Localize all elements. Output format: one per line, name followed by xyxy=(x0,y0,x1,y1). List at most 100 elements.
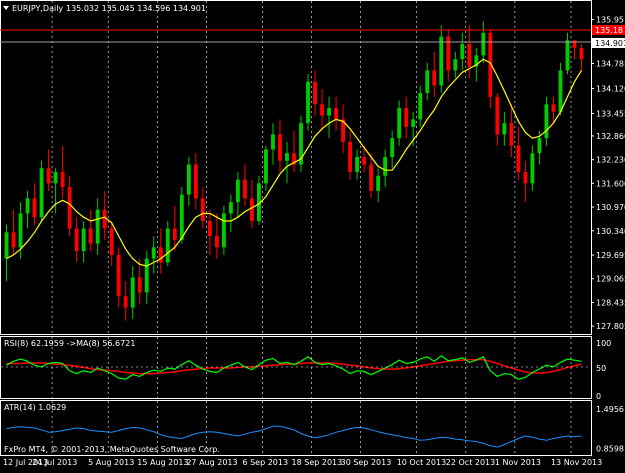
date-tick-label: 24 Jul 2013 xyxy=(32,458,77,467)
candle-body xyxy=(186,164,191,195)
candle-body xyxy=(334,108,339,120)
candle-body xyxy=(432,70,437,86)
candle-body xyxy=(355,157,360,173)
candle-body xyxy=(369,164,374,191)
candle-body xyxy=(460,44,465,60)
candle-body xyxy=(264,149,268,184)
date-tick-label: 6 Sep 2013 xyxy=(242,458,288,467)
candle-body xyxy=(383,157,388,176)
price-tick-label: 128.435 xyxy=(596,298,625,307)
candle-body xyxy=(11,232,16,248)
date-tick-label: 27 Aug 2013 xyxy=(186,458,237,467)
price-tick-label: 133.455 xyxy=(596,110,625,119)
candle-body xyxy=(193,164,198,199)
candle-body xyxy=(467,44,472,67)
candle-body xyxy=(313,81,317,105)
candle-body xyxy=(397,108,402,139)
price-marker-bid-label: 134.901 xyxy=(595,39,625,48)
candle-body xyxy=(116,254,121,297)
candle-body xyxy=(179,194,184,240)
candle-body xyxy=(60,172,65,188)
candle-body xyxy=(376,175,381,191)
price-tick-label: 129.695 xyxy=(596,251,625,260)
candle-body xyxy=(214,236,219,248)
candle-body xyxy=(271,134,275,150)
candle-body xyxy=(411,119,416,127)
rsi-tick-label: 100 xyxy=(596,339,611,348)
price-tick-label: 127.805 xyxy=(596,322,625,331)
candle-body xyxy=(137,277,142,293)
candle-body xyxy=(502,123,507,135)
candle-body xyxy=(425,70,430,94)
candle-body xyxy=(278,134,282,161)
rsi-tick-label: 50 xyxy=(596,364,606,373)
candle-body xyxy=(102,209,107,229)
candle-body xyxy=(207,220,212,237)
price-tick-label: 134.120 xyxy=(596,85,625,94)
candle-body xyxy=(579,47,584,60)
candle-body xyxy=(228,202,233,214)
candle-body xyxy=(144,258,149,293)
price-tick-label: 132.860 xyxy=(596,132,625,141)
price-tick-label: 130.340 xyxy=(596,227,625,236)
ohlc-label: 135.032 135.045 134.596 134.901 xyxy=(66,4,206,13)
candle-body xyxy=(327,108,331,116)
candle-body xyxy=(249,198,254,221)
candle-body xyxy=(172,228,177,240)
price-tick-label: 131.600 xyxy=(596,179,625,188)
candle-body xyxy=(46,168,51,184)
candle xyxy=(39,160,44,221)
candle-body xyxy=(95,209,100,244)
candle-body xyxy=(74,228,79,252)
candle-body xyxy=(109,228,114,255)
candle-body xyxy=(158,247,163,263)
date-tick-label: 15 Aug 2013 xyxy=(137,458,188,467)
candle-body xyxy=(530,153,535,184)
price-marker-top-label: 135.18 xyxy=(595,26,623,35)
candle-body xyxy=(453,59,458,71)
copyright-label: FxPro MT4, © 2001-2013, MetaQuotes Softw… xyxy=(4,445,220,454)
candle-body xyxy=(242,179,247,199)
candle-body xyxy=(509,123,514,146)
candle-body xyxy=(53,172,58,184)
symbol-header: EURJPY,Daily 135.032 135.045 134.596 134… xyxy=(3,4,206,13)
rsi-tick-label: 0 xyxy=(596,392,601,401)
candle-body xyxy=(235,179,240,203)
candle-body xyxy=(320,104,324,116)
candle-body xyxy=(537,138,542,154)
price-tick-label: 135.95 xyxy=(596,16,624,25)
candle-body xyxy=(165,228,170,263)
price-tick-label: 130.970 xyxy=(596,203,625,212)
candle-body xyxy=(151,247,156,259)
symbol-label: EURJPY,Daily xyxy=(12,4,63,13)
date-tick-label: 10 Oct 2013 xyxy=(397,458,446,467)
candle-body xyxy=(32,198,37,218)
candle xyxy=(306,74,310,131)
date-tick-label: 18 Sep 2013 xyxy=(292,458,343,467)
candle-body xyxy=(200,198,205,221)
chart-window[interactable]: EURJPY,Daily 135.032 135.045 134.596 134… xyxy=(0,0,625,469)
candle-body xyxy=(565,40,570,71)
atr-tick-label: 0.8598 xyxy=(596,444,624,453)
chart-canvas[interactable]: EURJPY,Daily 135.032 135.045 134.596 134… xyxy=(0,0,625,469)
candle-body xyxy=(418,93,423,120)
candle-body xyxy=(67,187,72,229)
candle-body xyxy=(404,108,409,127)
candle-body xyxy=(221,213,226,248)
candle-body xyxy=(130,277,135,308)
price-tick-label: 132.230 xyxy=(596,156,625,165)
candle-body xyxy=(558,70,563,112)
atr-tick-label: 1.4956 xyxy=(596,405,624,414)
price-tick-label: 134.785 xyxy=(596,59,625,68)
candle-body xyxy=(18,213,23,248)
candle-body xyxy=(4,232,9,259)
candle-body xyxy=(306,81,310,124)
candle-body xyxy=(39,168,44,218)
price-tick-label: 129.065 xyxy=(596,275,625,284)
date-tick-label: 13 Nov 2013 xyxy=(551,458,602,467)
candle-body xyxy=(285,153,289,161)
price-marker-top: 135.18 xyxy=(592,25,625,35)
candle-body xyxy=(523,172,528,184)
candle-body xyxy=(362,157,367,165)
candle-body xyxy=(551,104,556,112)
